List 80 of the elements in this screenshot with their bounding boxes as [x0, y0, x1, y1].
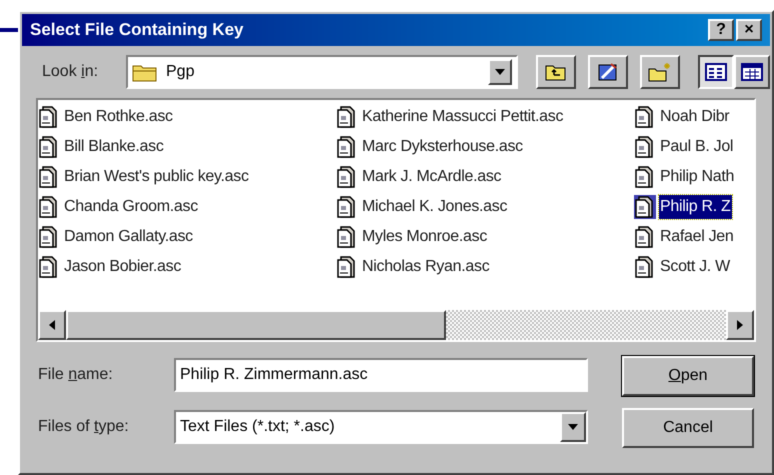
- file-type-value: Text Files (*.txt; *.asc): [180, 417, 336, 437]
- file-type-label: Files of type:: [38, 417, 130, 437]
- file-item[interactable]: Marc Dyksterhouse.asc: [336, 132, 634, 162]
- horizontal-scrollbar[interactable]: [38, 310, 754, 340]
- file-name: Noah Dibr: [659, 107, 730, 127]
- file-item[interactable]: Ben Rothke.asc: [38, 102, 336, 132]
- file-item[interactable]: Myles Monroe.asc: [336, 222, 634, 252]
- document-icon: [336, 225, 358, 249]
- toolbar-button[interactable]: [536, 55, 576, 89]
- window-title: Select File Containing Key: [30, 19, 244, 42]
- look-in-label: Look in:: [42, 62, 100, 82]
- file-item[interactable]: Michael K. Jones.asc: [336, 192, 634, 222]
- document-icon: [336, 105, 358, 129]
- file-name: Rafael Jen: [659, 227, 734, 247]
- file-item[interactable]: Brian West's public key.asc: [38, 162, 336, 192]
- right-arrow-icon: [737, 320, 743, 330]
- scroll-left-button[interactable]: [38, 310, 66, 340]
- caret-icon: [495, 69, 505, 75]
- file-name-field[interactable]: Philip R. Zimmermann.asc: [174, 358, 588, 392]
- cancel-button[interactable]: Cancel: [622, 408, 754, 448]
- desktop-icon: [597, 62, 619, 82]
- file-name: Chanda Groom.asc: [63, 197, 199, 217]
- document-icon: [336, 165, 358, 189]
- file-item[interactable]: Noah Dibr: [634, 102, 750, 132]
- new-folder-icon: [648, 62, 672, 82]
- file-name: Mark J. McArdle.asc: [361, 167, 502, 187]
- view-button[interactable]: [698, 55, 734, 89]
- file-item[interactable]: Chanda Groom.asc: [38, 192, 336, 222]
- file-name: Scott J. W: [659, 257, 731, 277]
- caret-icon: [568, 424, 578, 430]
- file-name: Bill Blanke.asc: [63, 137, 165, 157]
- file-type-dropdown[interactable]: Text Files (*.txt; *.asc): [174, 410, 588, 444]
- file-name-label: File name:: [38, 365, 114, 385]
- dropdown-button[interactable]: [560, 412, 586, 442]
- file-name: Ben Rothke.asc: [63, 107, 174, 127]
- toolbar-button[interactable]: [588, 55, 628, 89]
- document-icon: [634, 105, 656, 129]
- list-view-icon: [705, 63, 727, 81]
- file-item[interactable]: Philip Nath: [634, 162, 750, 192]
- document-icon: [634, 225, 656, 249]
- look-in-dropdown[interactable]: Pgp: [126, 55, 518, 89]
- file-name: Myles Monroe.asc: [361, 227, 488, 247]
- file-item[interactable]: Damon Gallaty.asc: [38, 222, 336, 252]
- document-icon: [634, 195, 656, 219]
- folder-up-icon: [545, 63, 567, 81]
- document-icon: [634, 135, 656, 159]
- file-name: Brian West's public key.asc: [63, 167, 250, 187]
- file-item[interactable]: Nicholas Ryan.asc: [336, 252, 634, 282]
- file-item[interactable]: Rafael Jen: [634, 222, 750, 252]
- file-name: Marc Dyksterhouse.asc: [361, 137, 524, 157]
- document-icon: [336, 195, 358, 219]
- dropdown-button[interactable]: [488, 59, 512, 85]
- file-name: Philip R. Z: [659, 195, 732, 219]
- look-in-value: Pgp: [166, 62, 196, 82]
- file-item[interactable]: Katherine Massucci Pettit.asc: [336, 102, 634, 132]
- document-icon: [634, 255, 656, 279]
- document-icon: [336, 135, 358, 159]
- file-item[interactable]: Mark J. McArdle.asc: [336, 162, 634, 192]
- left-arrow-icon: [49, 320, 55, 330]
- file-name: Damon Gallaty.asc: [63, 227, 194, 247]
- file-item[interactable]: Paul B. Jol: [634, 132, 750, 162]
- close-button[interactable]: ×: [736, 19, 762, 41]
- document-icon: [634, 165, 656, 189]
- scroll-thumb[interactable]: [66, 310, 446, 340]
- help-button[interactable]: ?: [708, 19, 734, 41]
- document-icon: [336, 255, 358, 279]
- file-item[interactable]: Jason Bobier.asc: [38, 252, 336, 282]
- scroll-right-button[interactable]: [726, 310, 754, 340]
- file-name: Jason Bobier.asc: [63, 257, 182, 277]
- file-name: Paul B. Jol: [659, 137, 734, 157]
- file-item[interactable]: Bill Blanke.asc: [38, 132, 336, 162]
- open-button[interactable]: Open: [622, 356, 754, 396]
- toolbar-button[interactable]: [640, 55, 680, 89]
- file-name: Michael K. Jones.asc: [361, 197, 508, 217]
- file-name: Katherine Massucci Pettit.asc: [361, 107, 564, 127]
- file-item[interactable]: Scott J. W: [634, 252, 750, 282]
- file-name: Nicholas Ryan.asc: [361, 257, 490, 277]
- details-view-icon: [741, 63, 763, 81]
- file-name: Philip Nath: [659, 167, 736, 187]
- file-item[interactable]: Philip R. Z: [634, 192, 750, 222]
